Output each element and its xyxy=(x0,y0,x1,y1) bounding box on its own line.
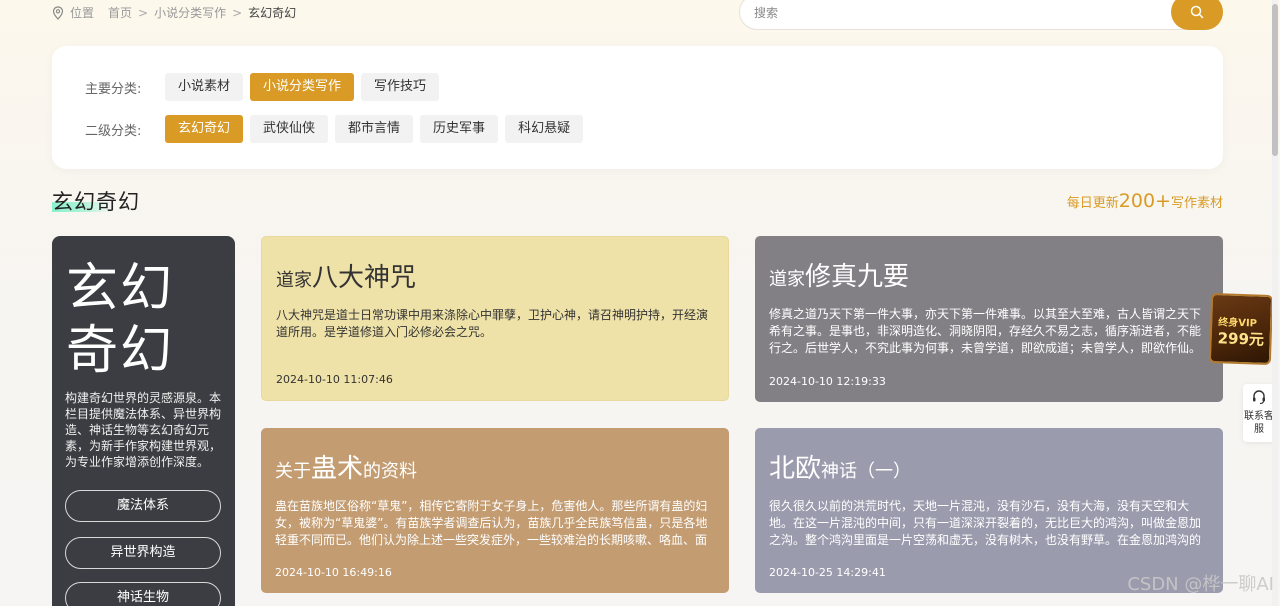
filter-panel: 主要分类: 小说素材 小说分类写作 写作技巧 二级分类: 玄幻奇幻 武侠仙侠 都… xyxy=(52,46,1223,169)
breadcrumb-current: 玄幻奇幻 xyxy=(248,6,297,20)
top-bar: 位置 首页 > 小说分类写作 > 玄幻奇幻 xyxy=(52,0,1223,30)
update-prefix: 每日更新 xyxy=(1066,196,1119,211)
breadcrumb-category[interactable]: 小说分类写作 xyxy=(154,4,226,21)
secondary-chip-fantasy[interactable]: 玄幻奇幻 xyxy=(165,115,244,143)
article-title-emphasis: 北欧 xyxy=(769,454,822,484)
article-description: 很久很久以前的洪荒时代，天地一片混沌，没有沙石，没有大海，没有天空和大地。在这一… xyxy=(769,499,1202,547)
primary-chip-novel-material[interactable]: 小说素材 xyxy=(165,73,244,101)
breadcrumb-separator: > xyxy=(138,5,149,20)
article-date: 2024-10-10 12:19:33 xyxy=(769,375,886,388)
search-bar xyxy=(739,0,1223,30)
article-description: 蛊在苗族地区俗称“草鬼”，相传它寄附于女子身上，危害他人。那些所谓有蛊的妇女，被… xyxy=(275,499,708,547)
article-title-prefix: 关于 xyxy=(275,461,311,482)
article-description: 修真之道乃天下第一件大事，亦天下第一件难事。以其至大至难，古人皆谓之天下希有之事… xyxy=(769,307,1202,355)
article-title-prefix: 道家 xyxy=(276,270,312,291)
other-world-button[interactable]: 异世界构造 xyxy=(65,537,221,569)
article-date: 2024-10-25 14:29:41 xyxy=(769,566,886,579)
vip-badge-line2: 299元 xyxy=(1217,329,1265,349)
secondary-chip-wuxia[interactable]: 武侠仙侠 xyxy=(250,115,329,143)
page-scrollbar[interactable] xyxy=(1272,0,1278,606)
contact-service-label: 联系客服 xyxy=(1244,411,1274,435)
article-card[interactable]: 北欧神话（一） 很久很久以前的洪荒时代，天地一片混沌，没有沙石，没有大海，没有天… xyxy=(755,428,1223,593)
primary-filter-row: 主要分类: 小说素材 小说分类写作 写作技巧 xyxy=(85,73,446,101)
article-card[interactable]: 关于蛊术的资料 蛊在苗族地区俗称“草鬼”，相传它寄附于女子身上，危害他人。那些所… xyxy=(261,428,729,593)
update-suffix: 写作素材 xyxy=(1170,196,1223,211)
location-pin-icon xyxy=(52,5,64,20)
article-title-suffix: 的资料 xyxy=(363,461,418,482)
article-date: 2024-10-10 11:07:46 xyxy=(276,373,393,386)
article-title: 关于蛊术的资料 xyxy=(275,448,417,485)
article-description: 八大神咒是道士日常功课中用来涤除心中罪孽，卫护心神，请召神明护持，开经演道所用。… xyxy=(276,308,709,339)
category-description: 构建奇幻世界的灵感源泉。本栏目提供魔法体系、异世界构造、神话生物等玄幻奇幻元素，… xyxy=(65,391,222,469)
update-number: 200+ xyxy=(1118,190,1171,212)
headset-icon xyxy=(1253,390,1265,405)
article-title: 道家修真九要 xyxy=(769,256,909,293)
search-icon xyxy=(1190,5,1204,19)
scrollbar-thumb[interactable] xyxy=(1272,4,1278,156)
contact-service-button[interactable]: 联系客服 xyxy=(1243,384,1275,442)
mythic-creatures-button[interactable]: 神话生物 xyxy=(65,582,221,606)
category-title-line2: 奇幻 xyxy=(66,321,175,381)
breadcrumb-location-label: 位置 xyxy=(70,6,95,20)
article-title-emphasis: 八大神咒 xyxy=(312,263,417,293)
article-title: 北欧神话（一） xyxy=(769,448,911,485)
article-title-emphasis: 修真九要 xyxy=(805,262,910,292)
search-button[interactable] xyxy=(1171,0,1223,30)
watermark: CSDN @桦一聊AI xyxy=(1127,574,1274,595)
secondary-filter-row: 二级分类: 玄幻奇幻 武侠仙侠 都市言情 历史军事 科幻悬疑 xyxy=(85,115,590,143)
update-notice: 每日更新200+写作素材 xyxy=(1067,190,1223,212)
secondary-chip-history-military[interactable]: 历史军事 xyxy=(420,115,499,143)
secondary-chip-urban-romance[interactable]: 都市言情 xyxy=(335,115,414,143)
article-title-emphasis: 蛊术 xyxy=(311,454,364,484)
secondary-chip-scifi-mystery[interactable]: 科幻悬疑 xyxy=(505,115,584,143)
primary-chip-writing-tips[interactable]: 写作技巧 xyxy=(361,73,440,101)
section-title: 玄幻奇幻 xyxy=(52,186,140,216)
category-big-title: 玄幻 奇幻 xyxy=(66,258,196,382)
article-card[interactable]: 道家八大神咒 八大神咒是道士日常功课中用来涤除心中罪孽，卫护心神，请召神明护持，… xyxy=(261,236,729,401)
magic-system-button[interactable]: 魔法体系 xyxy=(65,490,221,522)
article-title-prefix: 道家 xyxy=(769,269,805,290)
article-title: 道家八大神咒 xyxy=(276,257,416,294)
primary-filter-label: 主要分类: xyxy=(85,81,142,97)
breadcrumb-separator: > xyxy=(232,5,243,20)
primary-chip-novel-category-writing[interactable]: 小说分类写作 xyxy=(250,73,355,101)
article-title-suffix: 神话（一） xyxy=(821,461,912,482)
breadcrumb: 位置 首页 > 小说分类写作 > 玄幻奇幻 xyxy=(52,4,302,21)
vip-badge[interactable]: 终身VIP 299元 xyxy=(1208,292,1274,366)
breadcrumb-home[interactable]: 首页 xyxy=(108,4,132,21)
category-title-line1: 玄幻 xyxy=(66,259,175,319)
search-input[interactable] xyxy=(754,3,1154,23)
article-card[interactable]: 道家修真九要 修真之道乃天下第一件大事，亦天下第一件难事。以其至大至难，古人皆谓… xyxy=(755,236,1223,402)
article-date: 2024-10-10 16:49:16 xyxy=(275,566,392,579)
category-card: 玄幻 奇幻 构建奇幻世界的灵感源泉。本栏目提供魔法体系、异世界构造、神话生物等玄… xyxy=(52,236,235,606)
secondary-filter-label: 二级分类: xyxy=(85,123,142,139)
